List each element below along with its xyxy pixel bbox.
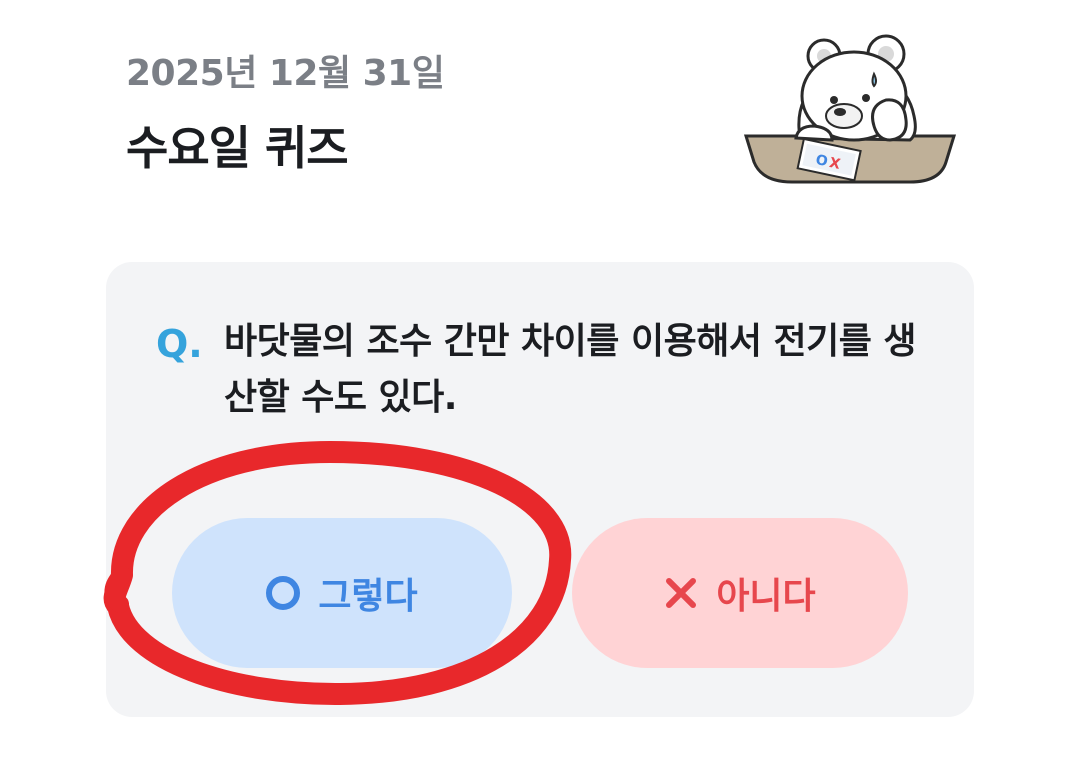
quiz-date: 2025년 12월 31일: [126, 53, 445, 94]
answer-yes-label: 그렇다: [318, 576, 418, 617]
answer-no-label: 아니다: [716, 576, 816, 617]
polar-bear-mascot-icon: O X: [743, 34, 957, 184]
page-title: 수요일 퀴즈: [126, 121, 349, 175]
circle-o-icon: [266, 576, 301, 610]
answer-no-button[interactable]: 아니다: [572, 518, 908, 668]
question-text: 바닷물의 조수 간만 차이를 이용해서 전기를 생산할 수도 있다.: [224, 321, 916, 418]
answer-yes-button[interactable]: 그렇다: [172, 518, 512, 668]
question-mark-label: Q.: [156, 322, 203, 366]
x-cross-icon: [666, 578, 697, 608]
quiz-page: 2025년 12월 31일 수요일 퀴즈 O X Q. 바닷물의 조수 간만 차…: [0, 0, 1080, 757]
